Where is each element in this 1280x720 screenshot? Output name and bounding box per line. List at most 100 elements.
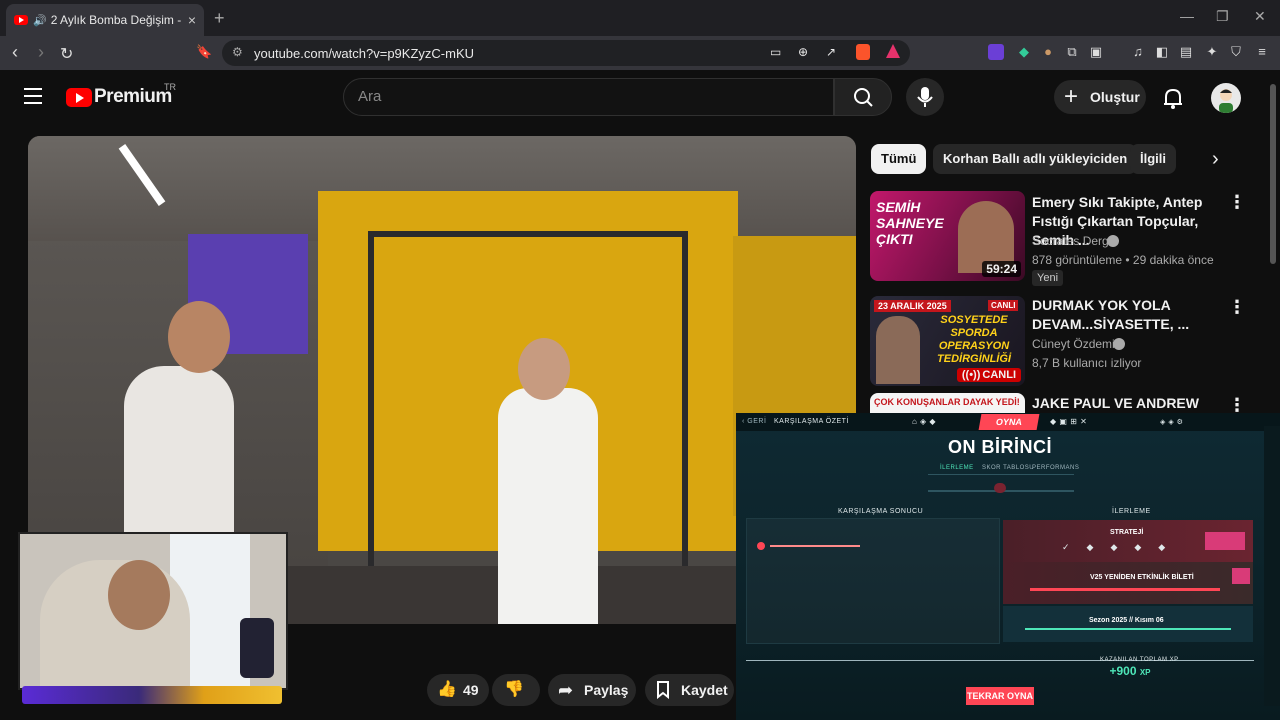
game-total-xp: +900 XP [1080, 664, 1180, 678]
game-nav-icons[interactable]: ⌂ ◈ ◆ [912, 417, 936, 426]
webcam-frame-bar [22, 686, 282, 704]
video-thumbnail[interactable]: 23 ARALIK 2025 CANLI SOSYETEDE SPORDA OP… [870, 296, 1025, 386]
vpn-icon[interactable]: ⛉ [1228, 44, 1244, 60]
youtube-logo[interactable]: Premium TR [66, 82, 176, 108]
create-label: Oluştur [1090, 89, 1140, 105]
chip-all[interactable]: Tümü [871, 144, 927, 174]
channel-name[interactable]: Cüneyt Özdemir [1032, 337, 1119, 351]
chip-related[interactable]: İlgili [1130, 144, 1176, 174]
menu-icon[interactable]: ≡ [1254, 44, 1270, 60]
video-thumbnail[interactable]: SEMİH SAHNEYE ÇIKTI 59:24 [870, 191, 1025, 281]
close-window-button[interactable]: ✕ [1254, 8, 1266, 25]
game-currency: ◈ ◈ ⚙ [1160, 419, 1184, 426]
game-back-link[interactable]: ‹ GERİ [742, 418, 766, 425]
brave-shield-icon[interactable] [856, 44, 870, 60]
chip-uploader[interactable]: Korhan Ballı adlı yükleyiciden [933, 144, 1138, 174]
video-scene [498, 388, 598, 624]
forward-icon[interactable]: › [38, 42, 44, 63]
extension-cookie-icon[interactable]: ● [1040, 44, 1056, 60]
minimize-button[interactable]: — [1180, 8, 1194, 24]
game-season-label: Sezon 2025 // Kısım 06 [1089, 617, 1164, 624]
live-badge: ((•)) CANLI [956, 368, 1021, 382]
voice-search-button[interactable] [906, 78, 944, 116]
game-total-xp-unit: XP [1139, 668, 1151, 677]
channel-name[interactable]: Socrates Dergi [1032, 234, 1111, 248]
create-button[interactable]: + Oluştur [1054, 80, 1146, 114]
bookmark-save-icon [657, 681, 669, 699]
game-reward-icon [1205, 532, 1245, 550]
maximize-button[interactable]: ❐ [1216, 8, 1229, 25]
extensions-icon[interactable]: ⧉ [1064, 44, 1080, 60]
mic-icon [917, 87, 933, 107]
game-tab-scoreboard[interactable]: SKOR TABLOSU [982, 465, 1034, 471]
search-input[interactable]: Ara [343, 78, 834, 116]
speaker-icon[interactable]: 🔊 [33, 14, 47, 27]
back-icon[interactable]: ‹ [12, 42, 18, 63]
webcam-scene [108, 560, 170, 630]
extension-green-icon[interactable]: ◆ [1016, 44, 1032, 60]
game-tab-performance[interactable]: PERFORMANS [1032, 465, 1079, 471]
reload-icon[interactable]: ↻ [60, 44, 73, 64]
game-event-row [1003, 562, 1253, 604]
share-icon[interactable]: ↗ [826, 45, 836, 59]
game-event-icon [1232, 568, 1250, 584]
save-label: Kaydet [681, 682, 728, 698]
site-info-icon[interactable]: ⚙ [232, 45, 243, 59]
extension-box-icon[interactable]: ▣ [1088, 44, 1104, 60]
game-result-panel [746, 518, 1000, 644]
notifications-button[interactable] [1162, 86, 1184, 115]
video-scene [518, 338, 570, 400]
thumbnail-date: 23 ARALIK 2025 [874, 300, 951, 312]
new-badge: Yeni [1032, 270, 1064, 286]
leo-ai-icon[interactable]: ✦ [1204, 44, 1220, 60]
search-icon [854, 88, 873, 107]
brave-rewards-icon[interactable] [886, 44, 900, 58]
more-options-icon[interactable]: ⋮ [1228, 192, 1246, 213]
verified-icon [1107, 235, 1119, 247]
youtube-favicon-icon [14, 15, 28, 25]
browser-tab[interactable]: 🔊 2 Aylık Bomba Değişim - YouT × [6, 4, 204, 36]
region-code: TR [164, 82, 176, 92]
save-button[interactable]: Kaydet [645, 674, 734, 706]
extension-purple-icon[interactable] [988, 44, 1004, 60]
verified-icon [1113, 338, 1125, 350]
media-icon[interactable]: ♫ [1130, 44, 1146, 60]
game-replay-button[interactable]: TEKRAR OYNA [966, 687, 1034, 705]
tab-close-icon[interactable]: × [188, 12, 196, 28]
game-event-progress [1030, 588, 1220, 591]
game-header-title: KARŞILAŞMA ÖZETİ [774, 418, 849, 425]
video-meta: 8,7 B kullanıcı izliyor [1032, 356, 1142, 370]
bookmark-icon[interactable]: 🔖 [196, 44, 212, 60]
game-alert-icon [757, 542, 765, 550]
new-tab-button[interactable]: + [214, 8, 225, 29]
share-button[interactable]: ➦ Paylaş [548, 674, 636, 706]
game-strategy-nodes: ✓◆◆◆◆ [1062, 542, 1183, 552]
share-label: Paylaş [584, 682, 629, 698]
wallet-icon[interactable]: ▤ [1178, 44, 1194, 60]
video-title[interactable]: DURMAK YOK YOLA DEVAM...SİYASETTE, ... [1032, 296, 1222, 334]
scrollbar[interactable] [1270, 84, 1276, 264]
game-event-label: V25 YENİDEN ETKİNLİK BİLETİ [1090, 574, 1194, 581]
address-bar[interactable]: ⚙ youtube.com/watch?v=p9KZyzC-mKU ▭ ⊕ ↗ [222, 40, 910, 66]
sidebar-toggle-icon[interactable]: ◧ [1154, 44, 1170, 60]
search-button[interactable] [834, 78, 892, 116]
dislike-button[interactable]: 👎 [492, 674, 540, 706]
like-button[interactable]: 👍 49 [427, 674, 489, 706]
youtube-play-icon [66, 87, 92, 107]
game-total-xp-value: +900 [1109, 664, 1137, 678]
game-left-panel-title: KARŞILAŞMA SONUCU [838, 508, 924, 515]
zoom-icon[interactable]: ⊕ [798, 45, 808, 59]
menu-icon[interactable] [24, 88, 42, 109]
more-options-icon[interactable]: ⋮ [1228, 297, 1246, 318]
webcam-scene [240, 618, 274, 678]
plus-icon: + [1064, 83, 1079, 110]
cast-icon[interactable]: ▭ [770, 45, 781, 59]
chevron-right-icon[interactable]: › [1212, 148, 1219, 171]
video-thumbnail[interactable]: ÇOK KONUŞANLAR DAYAK YEDİ! [870, 393, 1025, 415]
avatar[interactable] [1211, 83, 1241, 113]
game-tab-progress[interactable]: İLERLEME [940, 465, 974, 471]
live-icon: ((•)) [961, 369, 981, 381]
game-nav-icons-right[interactable]: ◆ ▣ ⊞ ✕ [1050, 417, 1087, 426]
game-play-tab[interactable]: OYNA [978, 414, 1040, 430]
game-alert-text-bar [770, 545, 860, 547]
